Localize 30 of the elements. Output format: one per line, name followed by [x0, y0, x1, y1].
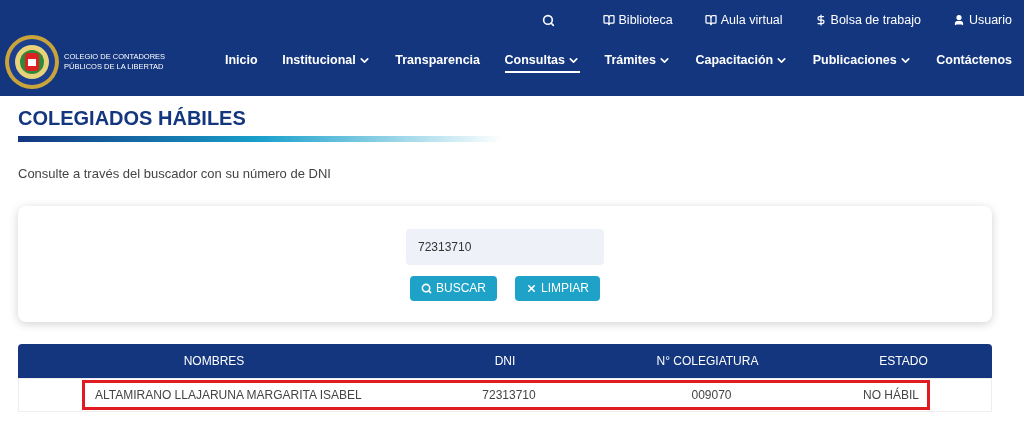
nav-item[interactable]: Publicaciones — [812, 50, 912, 74]
column-header: NOMBRES — [182, 352, 246, 370]
search-icon — [421, 282, 432, 294]
nav-item[interactable]: Transparencia — [395, 50, 481, 74]
search-icon[interactable] — [541, 13, 555, 27]
top-link[interactable]: Bolsa de trabajo — [814, 10, 921, 30]
nav-item[interactable]: Trámites — [604, 50, 671, 74]
nav-item[interactable]: Inicio — [225, 50, 258, 74]
top-link[interactable]: Aula virtual — [704, 10, 783, 30]
top-link[interactable]: Usuario — [952, 10, 1012, 30]
book-icon — [602, 14, 615, 26]
column-header: ESTADO — [878, 352, 929, 370]
nav-item[interactable]: Institucional — [282, 50, 371, 74]
page-title: COLEGIADOS HÁBILES — [18, 106, 247, 130]
table-cell-text: 72313710 — [481, 386, 537, 404]
nav-item[interactable]: Consultas — [504, 50, 580, 74]
table-cell-text: 009070 — [690, 386, 733, 404]
intro-text: Consulte a través del buscador con su número de DNI — [18, 165, 332, 183]
logo-emblem-icon — [4, 34, 60, 90]
table-cell-text: NO HÁBIL — [862, 386, 920, 404]
column-header: DNI — [493, 352, 517, 370]
nav-item[interactable]: Contáctenos — [936, 50, 1012, 74]
close-icon — [526, 282, 537, 294]
top-link[interactable]: Biblioteca — [602, 10, 673, 30]
book-icon — [704, 14, 717, 26]
dni-input-field[interactable]: 72313710 — [406, 228, 604, 265]
column-header: N° COLEGIATURA — [655, 352, 760, 370]
nav-item[interactable]: Capacitación — [695, 50, 789, 74]
table-cell-text: ALTAMIRANO LLAJARUNA MARGARITA ISABEL — [94, 386, 363, 404]
user-icon — [952, 14, 965, 26]
